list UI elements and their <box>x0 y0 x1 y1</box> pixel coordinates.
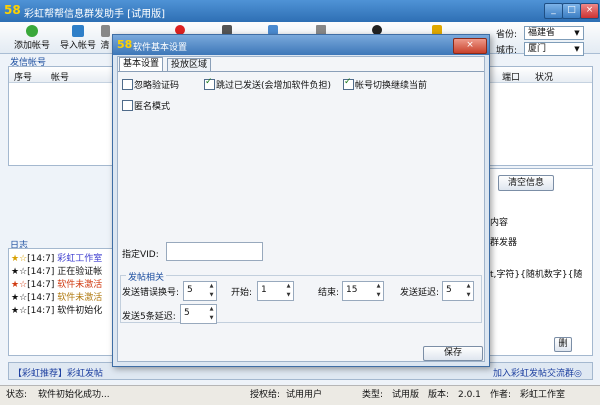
dialog-title-bar[interactable]: 58 软件基本设置 × <box>113 35 489 55</box>
spin-down-icon[interactable]: ▼ <box>285 292 292 299</box>
spin-down-icon[interactable]: ▼ <box>208 292 215 299</box>
send-error-stepper[interactable]: 5 ▲ ▼ <box>183 281 217 301</box>
app-title: 彩虹帮帮信息群发助手 [试用版] <box>24 9 165 20</box>
send-delay-stepper[interactable]: 5 ▲ ▼ <box>442 281 474 301</box>
main-title-bar[interactable]: 58 彩虹帮帮信息群发助手 [试用版] _ □ × <box>0 0 600 22</box>
chevron-down-icon: ▼ <box>574 29 580 37</box>
col-seq[interactable]: 序号 <box>14 70 32 83</box>
auth-value: 试用用户 <box>286 390 323 400</box>
auth-label: 授权给: <box>250 390 281 400</box>
start-value: 1 <box>261 285 267 295</box>
per5-delay-stepper[interactable]: 5 ▲ ▼ <box>180 304 217 324</box>
app-logo: 58 <box>4 3 21 17</box>
end-value: 15 <box>346 285 358 295</box>
type-value: 试用版 <box>392 390 420 400</box>
city-select[interactable]: 厦门 ▼ <box>524 42 584 56</box>
end-label: 结束: <box>318 288 340 298</box>
ignore-captcha-label: 忽略验证码 <box>134 81 180 91</box>
province-label: 省份: <box>496 30 518 40</box>
message-sender-text: 群发器 <box>490 238 518 248</box>
end-stepper[interactable]: 15 ▲ ▼ <box>342 281 384 301</box>
status-bar: 状态: 软件初始化成功... 授权给: 试用用户 类型: 试用版 版本: 2.0… <box>0 385 600 405</box>
anonymous-mode-checkbox[interactable] <box>122 100 133 111</box>
per5-delay-label: 发送5条延迟: <box>122 312 176 322</box>
version-label: 版本: <box>428 390 450 400</box>
per5-delay-value: 5 <box>184 308 190 318</box>
type-label: 类型: <box>362 390 384 400</box>
promo-left-link[interactable]: 【彩虹推荐】彩虹发帖 <box>13 366 103 379</box>
status-label: 状态: <box>6 390 28 400</box>
maximize-button[interactable]: □ <box>562 3 581 19</box>
author-value: 彩虹工作室 <box>520 390 566 400</box>
province-select[interactable]: 福建省 ▼ <box>524 26 584 40</box>
author-label: 作者: <box>490 390 512 400</box>
province-value: 福建省 <box>528 28 556 38</box>
spin-up-icon[interactable]: ▲ <box>285 283 292 290</box>
continue-on-switch-label: 帐号切换继续当前 <box>355 81 428 91</box>
status-value: 软件初始化成功... <box>38 390 110 400</box>
tab-divider <box>118 71 484 72</box>
save-button[interactable]: 保存 <box>423 346 483 361</box>
log-line: ★☆[14:7] 软件未激活 <box>11 280 103 290</box>
spin-up-icon[interactable]: ▲ <box>208 283 215 290</box>
spin-up-icon[interactable]: ▲ <box>375 283 382 290</box>
continue-on-switch-checkbox[interactable] <box>343 77 354 90</box>
import-account-label: 导入帐号 <box>59 41 96 51</box>
log-line: ★☆[14:7] 彩虹工作室 <box>11 254 103 264</box>
city-label: 城市: <box>496 46 518 56</box>
message-template-text: t,字符}{随机数字}{随 <box>490 270 583 280</box>
col-status[interactable]: 状况 <box>535 70 553 83</box>
send-delay-value: 5 <box>446 285 452 295</box>
settings-dialog: 58 软件基本设置 × 基本设置 投放区域 忽略验证码 跳过已发送(会增加软件负… <box>112 34 490 367</box>
tab-basic-settings[interactable]: 基本设置 <box>119 57 164 72</box>
send-error-label: 发送错误换号: <box>122 288 180 298</box>
import-account-button[interactable]: 导入帐号 <box>56 24 100 52</box>
city-value: 厦门 <box>528 44 547 54</box>
clear-accounts-label: 清 <box>100 41 110 51</box>
log-line: ★☆[14:7] 正在验证帐 <box>11 267 103 277</box>
minimize-button[interactable]: _ <box>544 3 563 19</box>
posting-group-title: 发帖相关 <box>126 270 167 283</box>
log-line: ★☆[14:7] 软件初始化 <box>11 306 103 316</box>
clear-accounts-button[interactable]: 清 <box>98 24 112 52</box>
skip-sent-checkbox[interactable] <box>204 77 215 90</box>
send-delay-label: 发送延迟: <box>400 288 440 298</box>
dialog-close-icon[interactable]: × <box>453 38 487 54</box>
promo-right-link[interactable]: 加入彩虹发帖交流群◎ <box>493 366 582 379</box>
col-port[interactable]: 端口 <box>502 70 520 83</box>
spin-up-icon[interactable]: ▲ <box>465 283 472 290</box>
add-icon <box>26 25 38 37</box>
clear-icon <box>100 25 110 37</box>
dialog-body: 基本设置 投放区域 忽略验证码 跳过已发送(会增加软件负担) 帐号切换继续当前 … <box>117 56 485 362</box>
message-content-text: 内容 <box>490 218 509 228</box>
vid-input[interactable] <box>166 242 263 261</box>
log-panel[interactable]: ★☆[14:7] 彩虹工作室 ★☆[14:7] 正在验证帐 ★☆[14:7] 软… <box>8 248 118 356</box>
vid-label: 指定VID: <box>122 250 159 260</box>
spin-down-icon[interactable]: ▼ <box>208 315 215 322</box>
delete-button[interactable]: 删 <box>554 337 572 352</box>
skip-sent-label: 跳过已发送(会增加软件负担) <box>216 81 332 91</box>
dialog-logo: 58 <box>117 38 133 51</box>
chevron-down-icon: ▼ <box>574 45 580 53</box>
start-stepper[interactable]: 1 ▲ ▼ <box>257 281 294 301</box>
message-panel: 清空信息 内容 群发器 t,字符}{随机数字}{随 删 <box>485 168 593 356</box>
dialog-title: 软件基本设置 <box>133 43 188 53</box>
col-account[interactable]: 帐号 <box>51 70 69 83</box>
spin-down-icon[interactable]: ▼ <box>465 292 472 299</box>
spin-up-icon[interactable]: ▲ <box>208 306 215 313</box>
anonymous-mode-label: 匿名模式 <box>134 102 171 112</box>
spin-down-icon[interactable]: ▼ <box>375 292 382 299</box>
import-icon <box>72 25 84 37</box>
close-button[interactable]: × <box>580 3 599 19</box>
tab-target-area[interactable]: 投放区域 <box>167 58 212 72</box>
clear-info-button[interactable]: 清空信息 <box>498 175 554 191</box>
ignore-captcha-checkbox[interactable] <box>122 79 133 90</box>
start-label: 开始: <box>231 288 253 298</box>
add-account-label: 添加帐号 <box>13 41 50 51</box>
version-value: 2.0.1 <box>458 390 481 400</box>
log-line: ★☆[14:7] 软件未激活 <box>11 293 103 303</box>
add-account-button[interactable]: 添加帐号 <box>10 24 54 52</box>
send-error-value: 5 <box>187 285 193 295</box>
